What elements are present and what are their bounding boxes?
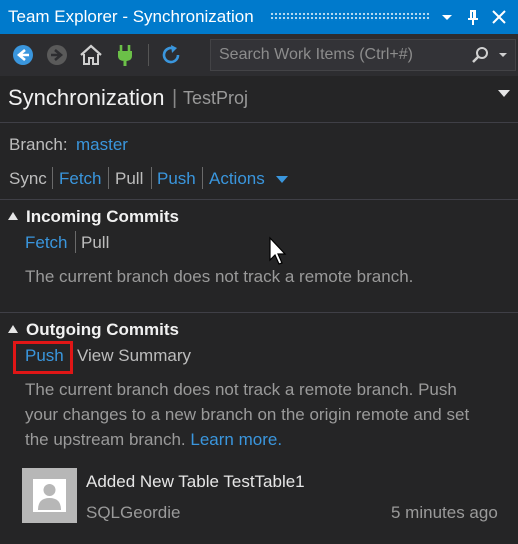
view-summary-link[interactable]: View Summary	[77, 346, 191, 366]
back-arrow-icon[interactable]	[10, 42, 36, 68]
search-icon[interactable]	[471, 46, 489, 66]
chevron-down-icon[interactable]	[436, 5, 458, 29]
page-header: Synchronization | TestProj	[0, 76, 518, 122]
home-icon[interactable]	[78, 42, 104, 68]
search-input[interactable]: Search Work Items (Ctrl+#)	[219, 46, 413, 64]
actions-menu[interactable]: Actions	[209, 169, 265, 189]
actions-dropdown-icon[interactable]	[276, 176, 288, 183]
project-name: TestProj	[183, 88, 249, 108]
incoming-pull-link[interactable]: Pull	[81, 233, 109, 253]
page-title: Synchronization	[8, 85, 165, 110]
fetch-link[interactable]: Fetch	[59, 169, 102, 189]
title-separator: |	[172, 87, 178, 109]
plug-icon[interactable]	[112, 42, 138, 68]
outgoing-push-link[interactable]: Push	[25, 346, 64, 366]
title-grip[interactable]	[270, 12, 430, 21]
commit-message[interactable]: Added New Table TestTable1	[86, 472, 305, 492]
action-separator	[75, 231, 76, 253]
section-divider	[0, 199, 518, 200]
push-link[interactable]: Push	[157, 169, 196, 189]
action-separator	[108, 167, 109, 189]
outgoing-message-text: the upstream branch.	[25, 430, 186, 449]
commit-author: SQLGeordie	[86, 503, 181, 522]
outgoing-message: The current branch does not track a remo…	[25, 377, 505, 452]
outgoing-message-line: your changes to a new branch on the orig…	[25, 405, 470, 424]
title-bar: Team Explorer - Synchronization	[0, 0, 518, 34]
learn-more-link[interactable]: Learn more.	[190, 430, 282, 449]
incoming-section-title[interactable]: Incoming Commits	[26, 207, 179, 227]
collapse-incoming-icon[interactable]	[8, 212, 18, 220]
action-separator	[151, 167, 152, 189]
branch-label: Branch:	[9, 135, 68, 154]
avatar	[22, 468, 77, 523]
incoming-fetch-link[interactable]: Fetch	[25, 233, 68, 253]
action-separator	[202, 167, 203, 189]
refresh-icon[interactable]	[158, 42, 184, 68]
collapse-outgoing-icon[interactable]	[8, 325, 18, 333]
action-separator	[52, 167, 53, 189]
outgoing-section-title[interactable]: Outgoing Commits	[26, 320, 179, 340]
search-box[interactable]: Search Work Items (Ctrl+#)	[210, 39, 516, 71]
pull-link[interactable]: Pull	[115, 169, 143, 189]
window-title: Team Explorer - Synchronization	[8, 7, 254, 26]
pin-icon[interactable]	[462, 5, 484, 29]
sync-label: Sync	[9, 169, 47, 188]
close-icon[interactable]	[488, 5, 510, 29]
commit-time: 5 minutes ago	[391, 503, 498, 522]
mouse-cursor-icon	[268, 236, 290, 266]
branch-link[interactable]: master	[76, 135, 128, 155]
search-dropdown-icon[interactable]	[497, 44, 509, 64]
outgoing-message-line: the upstream branch. Learn more.	[25, 427, 505, 452]
header-dropdown-icon[interactable]	[498, 90, 510, 97]
outgoing-message-line: The current branch does not track a remo…	[25, 380, 457, 399]
toolbar: Search Work Items (Ctrl+#)	[0, 34, 518, 76]
header-divider	[0, 122, 518, 123]
user-icon	[22, 468, 77, 523]
forward-arrow-icon	[44, 42, 70, 68]
toolbar-separator	[148, 44, 149, 66]
section-divider	[0, 312, 518, 313]
incoming-message: The current branch does not track a remo…	[25, 267, 414, 286]
